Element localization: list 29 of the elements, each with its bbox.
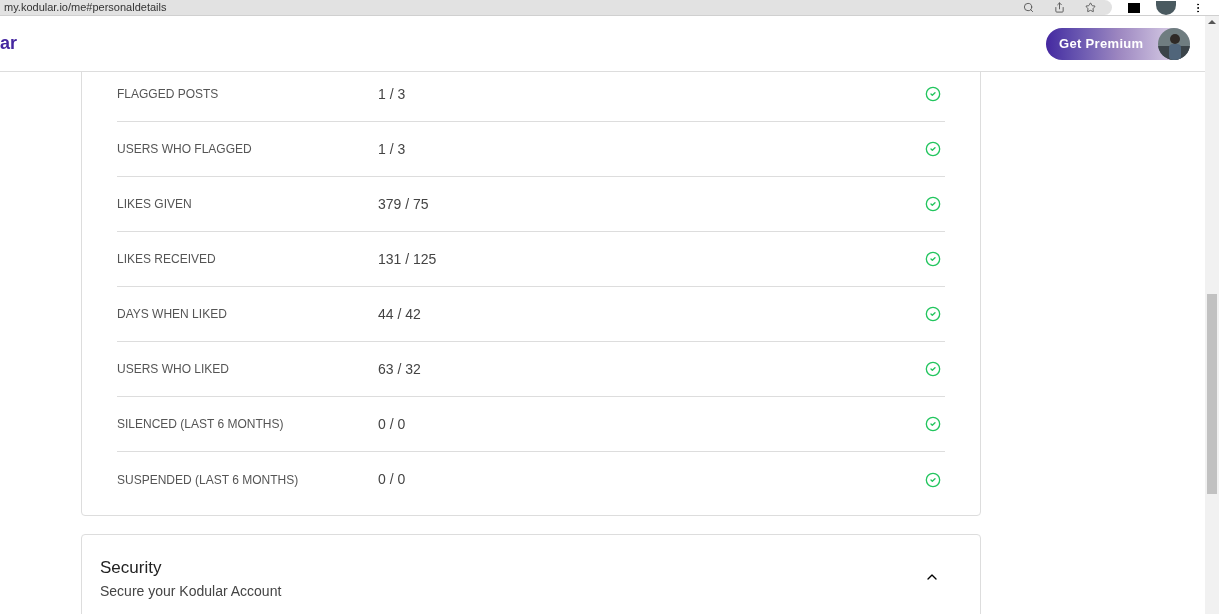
requirement-label: USERS WHO LIKED xyxy=(117,361,231,378)
requirement-label: FLAGGED POSTS xyxy=(117,86,220,103)
requirement-label: SILENCED (LAST 6 MONTHS) xyxy=(117,416,285,433)
requirement-value: 44 / 42 xyxy=(378,304,422,324)
search-icon[interactable] xyxy=(1023,2,1034,13)
profile-avatar[interactable] xyxy=(1156,0,1176,15)
requirement-label: DAYS WHEN LIKED xyxy=(117,306,228,323)
requirement-label: SUSPENDED (LAST 6 MONTHS) xyxy=(117,471,300,489)
section-subtitle: Secure your Kodular Account xyxy=(100,581,282,601)
requirement-value: 0 / 0 xyxy=(378,470,407,489)
requirement-label: LIKES RECEIVED xyxy=(117,251,217,268)
logo-text[interactable]: ar xyxy=(0,30,17,57)
bookmark-star-icon[interactable] xyxy=(1085,2,1096,13)
share-icon[interactable] xyxy=(1054,2,1065,13)
requirement-value: 63 / 32 xyxy=(378,359,422,379)
scroll-up-arrow[interactable] xyxy=(1208,20,1216,24)
requirement-value: 0 / 0 xyxy=(378,414,407,434)
requirement-value: 1 / 3 xyxy=(378,84,407,104)
requirement-value: 379 / 75 xyxy=(378,194,430,214)
requirement-label: USERS WHO FLAGGED xyxy=(117,141,253,158)
url-text: my.kodular.io/me#personaldetails xyxy=(4,2,167,13)
requirement-label: LIKES GIVEN xyxy=(117,196,193,213)
get-premium-button[interactable]: Get Premium xyxy=(1046,27,1190,60)
address-bar[interactable]: my.kodular.io/me#personaldetails xyxy=(0,0,1112,15)
scrollbar[interactable] xyxy=(1205,16,1219,614)
section-title: Security xyxy=(100,557,163,579)
scroll-thumb[interactable] xyxy=(1207,294,1217,494)
requirement-value: 1 / 3 xyxy=(378,139,407,159)
requirement-value: 131 / 125 xyxy=(378,249,438,269)
